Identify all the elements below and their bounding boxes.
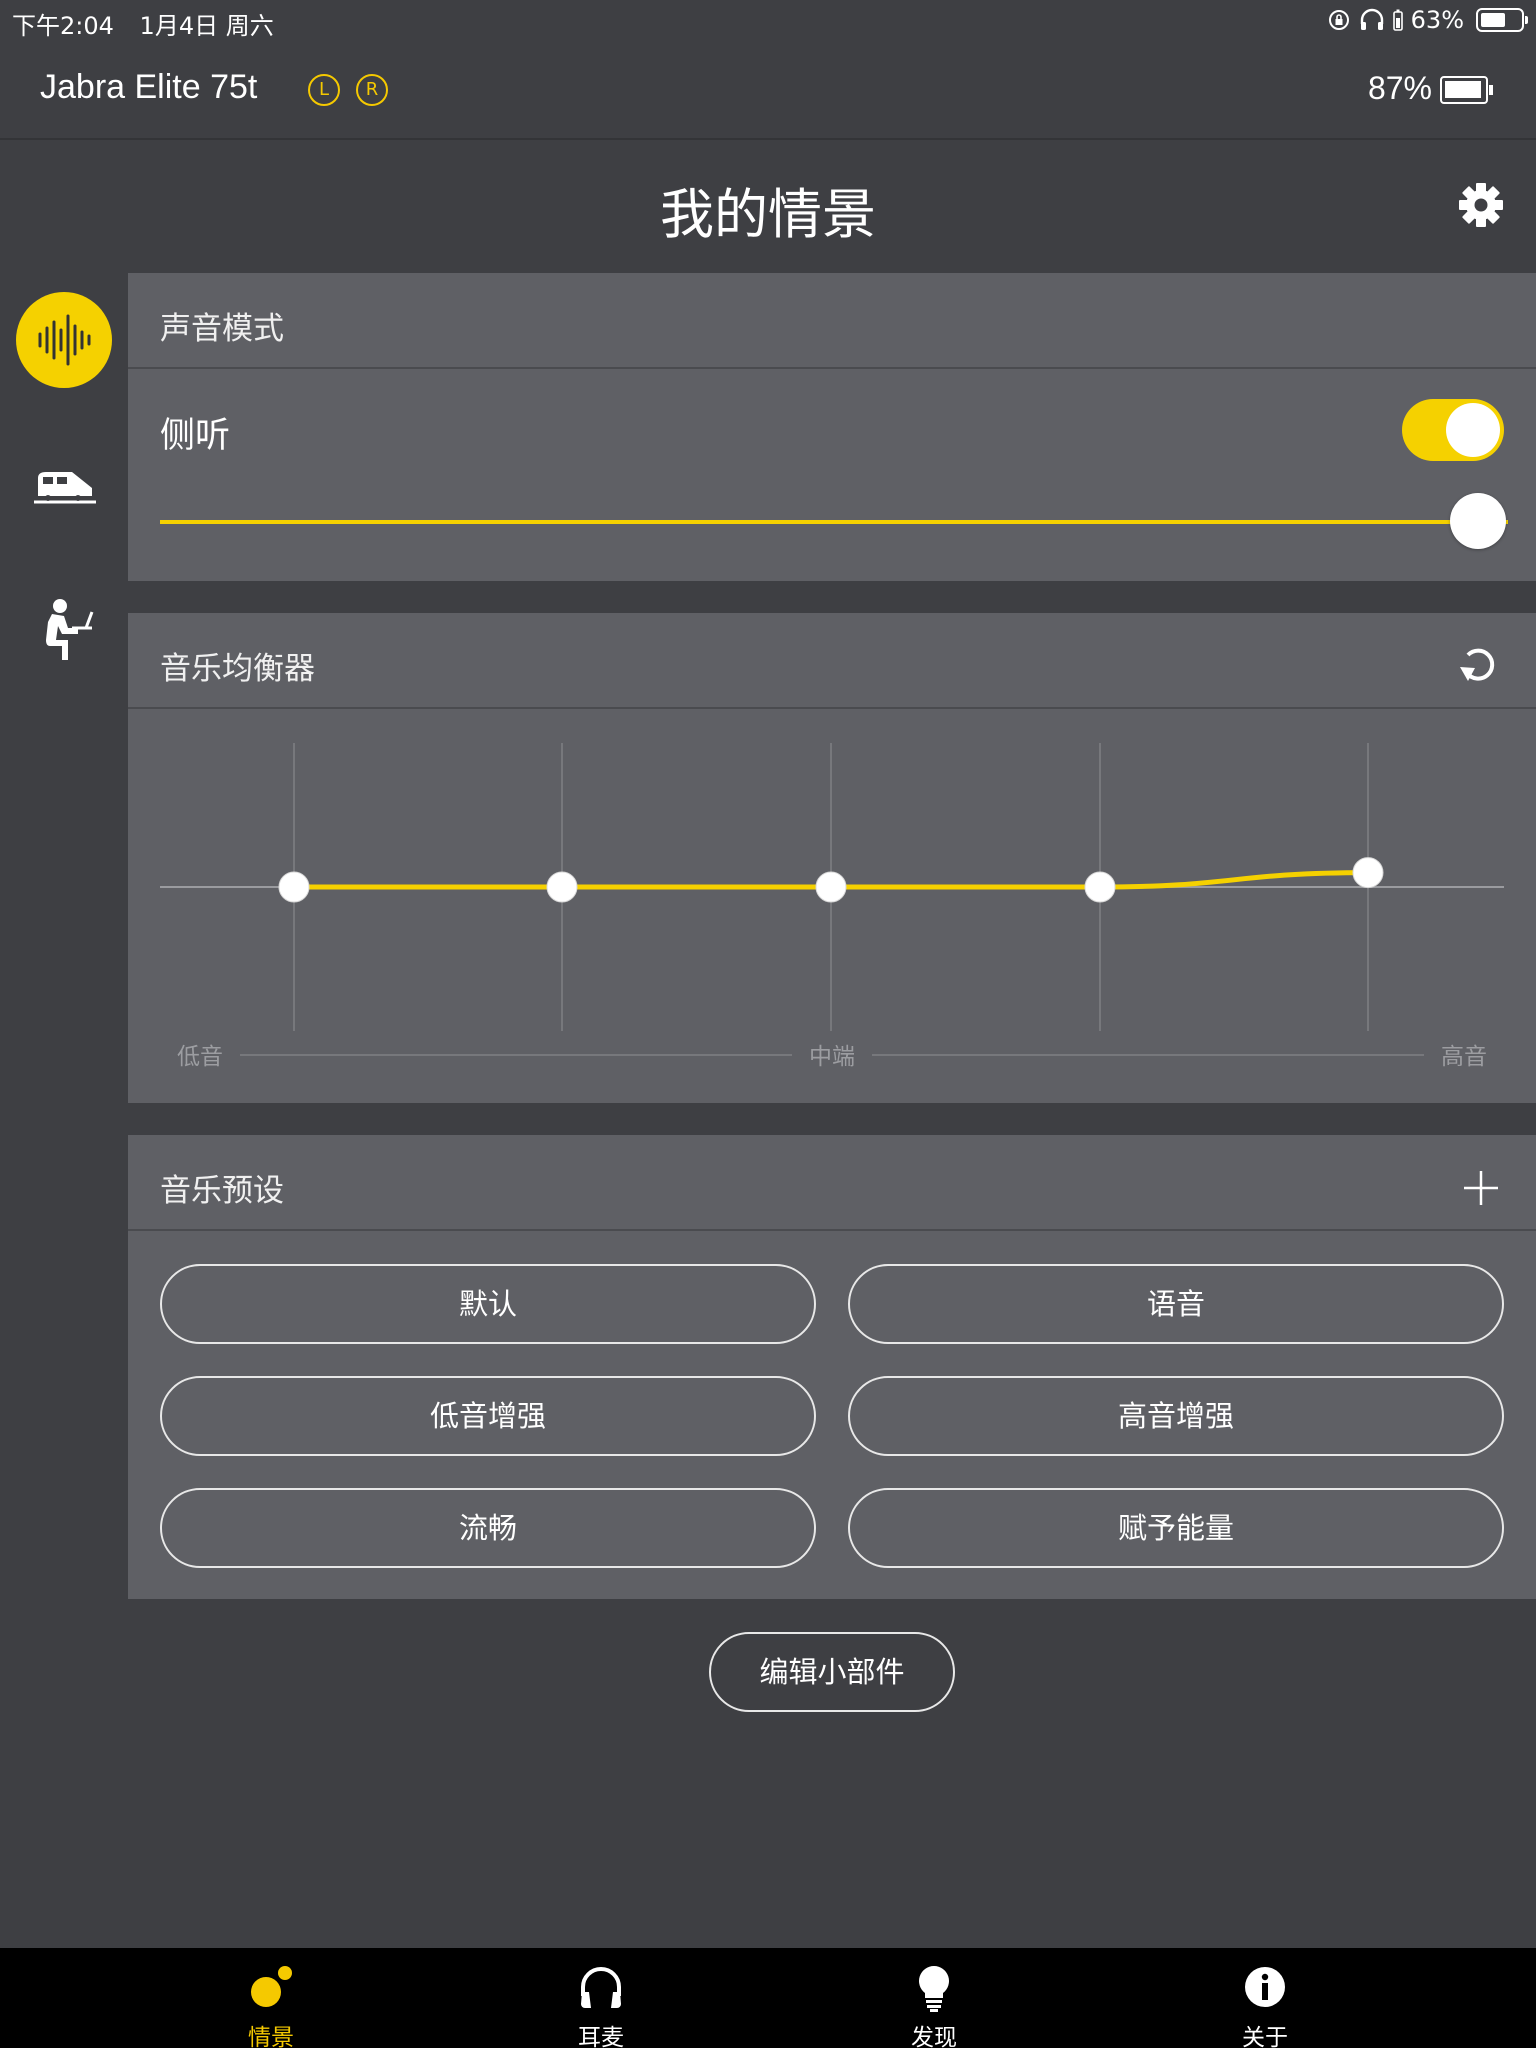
presets-card: 音乐预设 默认 语音 低音增强 高音增强 流畅 赋予能量 — [128, 1135, 1536, 1599]
hearthrough-level-track[interactable] — [160, 520, 1508, 524]
moment-commute-tab[interactable] — [16, 440, 112, 536]
left-earbud-badge: L — [308, 74, 340, 106]
preset-button-default[interactable]: 默认 — [160, 1264, 816, 1344]
gear-icon[interactable] — [1456, 180, 1506, 230]
device-name: Jabra Elite 75t — [40, 68, 258, 106]
equalizer-title: 音乐均衡器 — [160, 651, 315, 687]
eq-label-low: 低音 — [177, 1044, 223, 1070]
hearthrough-label: 侧听 — [160, 416, 231, 456]
status-time: 下午2:04 — [12, 12, 114, 40]
preset-button-energize[interactable]: 赋予能量 — [848, 1488, 1504, 1568]
moment-sound-tab[interactable] — [16, 292, 112, 388]
presets-title: 音乐预设 — [160, 1173, 284, 1209]
right-earbud-badge: R — [356, 74, 388, 106]
sound-mode-title: 声音模式 — [160, 311, 284, 347]
soundwave-icon — [38, 314, 91, 366]
hearthrough-toggle[interactable] — [1402, 399, 1504, 461]
sound-mode-card: 声音模式 侧听 — [128, 273, 1536, 581]
headphones-status-icon — [1360, 8, 1383, 30]
status-battery-text: 63% — [1410, 6, 1464, 34]
eq-band-handle[interactable] — [278, 871, 310, 903]
tab-label: 情景 — [248, 2025, 294, 2048]
eq-band-handle[interactable] — [1084, 871, 1116, 903]
headset-icon — [581, 1967, 621, 2008]
device-battery-text: 87% — [1367, 70, 1432, 106]
preset-button-treble-boost[interactable]: 高音增强 — [848, 1376, 1504, 1456]
tab-discover[interactable]: 发现 — [854, 1948, 1014, 2048]
battery-icon — [1476, 8, 1528, 32]
preset-button-smooth[interactable]: 流畅 — [160, 1488, 816, 1568]
hearthrough-level-thumb[interactable] — [1450, 493, 1506, 549]
equalizer-card: 音乐均衡器 低音 中端 高音 — [128, 613, 1536, 1103]
moment-focus-tab[interactable] — [16, 584, 112, 680]
person-at-desk-icon — [46, 599, 94, 660]
info-icon — [1245, 1967, 1285, 2007]
eq-band-handle[interactable] — [1352, 857, 1384, 889]
train-icon — [34, 472, 96, 504]
tab-about[interactable]: 关于 — [1185, 1948, 1345, 2048]
reset-icon[interactable] — [1456, 641, 1502, 687]
status-bar: 下午2:04 1月4日 周六 63% — [0, 0, 1536, 40]
eq-label-mid: 中端 — [809, 1044, 855, 1070]
eq-band-handle[interactable] — [815, 871, 847, 903]
eq-label-high: 高音 — [1441, 1044, 1487, 1070]
page-title: 我的情景 — [660, 183, 876, 246]
status-date: 1月4日 周六 — [139, 12, 274, 40]
moments-icon — [251, 1966, 292, 2007]
lightbulb-icon — [919, 1966, 949, 2012]
bottom-tab-bar: 情景 耳麦 发现 关于 — [0, 1948, 1536, 2048]
preset-button-bass-boost[interactable]: 低音增强 — [160, 1376, 816, 1456]
tab-label: 关于 — [1242, 2025, 1288, 2048]
tab-label: 耳麦 — [578, 2025, 624, 2048]
edit-widgets-button[interactable]: 编辑小部件 — [709, 1632, 955, 1712]
device-battery-icon — [1440, 76, 1493, 104]
add-preset-icon[interactable] — [1462, 1169, 1500, 1207]
eq-band-handle[interactable] — [546, 871, 578, 903]
tab-moments[interactable]: 情景 — [191, 1948, 351, 2048]
preset-button-speech[interactable]: 语音 — [848, 1264, 1504, 1344]
equalizer-graph[interactable]: 低音 中端 高音 — [128, 711, 1536, 1101]
rotation-lock-icon — [1328, 10, 1349, 30]
device-header: Jabra Elite 75t L R 87% — [0, 40, 1536, 140]
headphone-battery-icon — [1392, 9, 1403, 31]
tab-label: 发现 — [911, 2025, 957, 2048]
tab-headset[interactable]: 耳麦 — [521, 1948, 681, 2048]
